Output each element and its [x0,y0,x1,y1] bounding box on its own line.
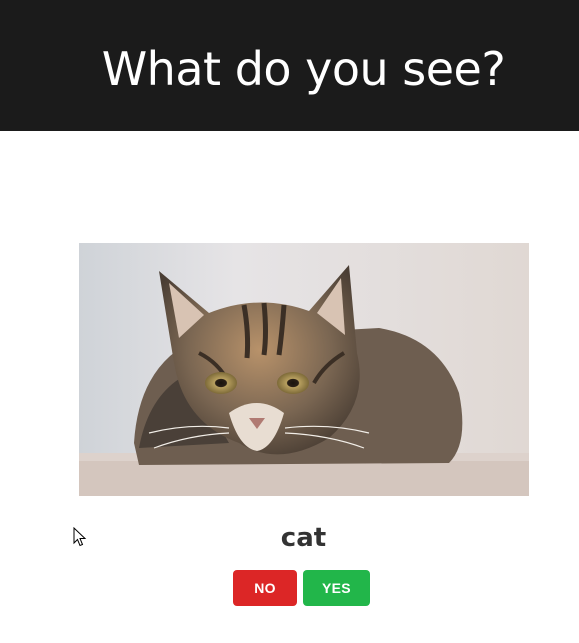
header-bar: What do you see? [0,0,579,131]
cat-image [79,243,529,496]
no-button[interactable]: NO [233,570,297,606]
page-title: What do you see? [101,42,506,96]
arrow-pointer-icon [73,527,87,547]
yes-button[interactable]: YES [303,570,370,606]
